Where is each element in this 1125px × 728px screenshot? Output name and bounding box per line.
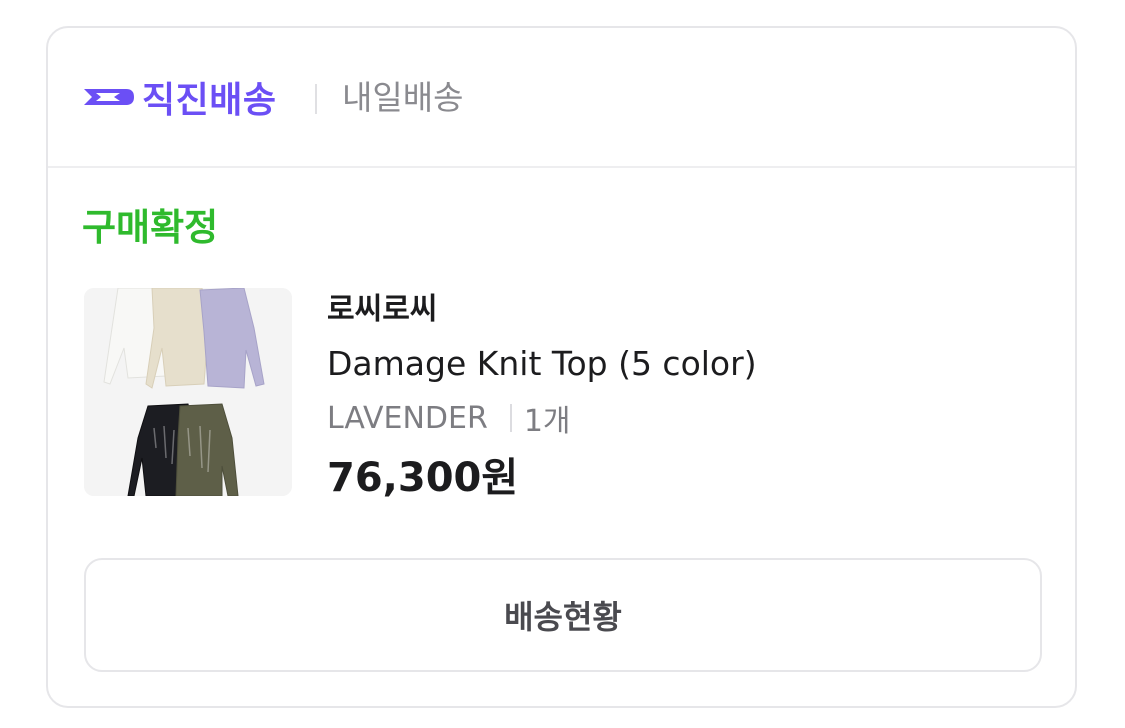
option-separator bbox=[509, 404, 512, 432]
direct-delivery-badge: 직진배송 bbox=[82, 74, 277, 121]
option-color: LAVENDER bbox=[327, 400, 488, 436]
product-price: 76,300원 bbox=[327, 455, 519, 501]
card-header: 직진배송 내일배송 bbox=[48, 28, 1075, 168]
delivery-status-button[interactable]: 배송현황 bbox=[84, 558, 1042, 672]
header-divider bbox=[315, 84, 317, 114]
option-quantity: 1개 bbox=[523, 404, 571, 439]
order-status: 구매확정 bbox=[82, 206, 219, 249]
next-day-delivery-label: 내일배송 bbox=[342, 78, 464, 117]
delivery-arrow-icon bbox=[82, 79, 136, 115]
order-card: 직진배송 내일배송 구매확정 로씨로씨 Damage Knit Top (5 c… bbox=[46, 26, 1077, 708]
brand-name[interactable]: 로씨로씨 bbox=[327, 290, 437, 330]
product-thumbnail[interactable] bbox=[84, 288, 292, 496]
badge-label: 직진배송 bbox=[142, 80, 277, 121]
option-row: LAVENDER 1개 bbox=[327, 397, 571, 440]
product-name[interactable]: Damage Knit Top (5 color) bbox=[327, 342, 757, 386]
